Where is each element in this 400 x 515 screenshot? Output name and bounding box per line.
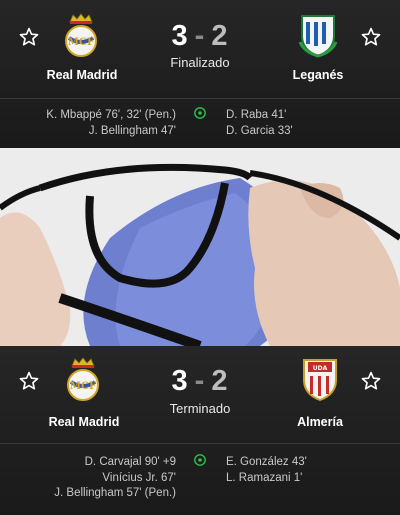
glasses-cleaning-photo bbox=[0, 148, 400, 346]
scorer: L. Ramazani 1' bbox=[226, 471, 303, 484]
football-icon bbox=[194, 454, 206, 466]
away-score: 2 bbox=[211, 365, 229, 397]
home-score: 3 bbox=[171, 365, 189, 397]
scorer: D. Carvajal 90' +9 bbox=[84, 456, 176, 468]
match2-status: Terminado bbox=[169, 401, 231, 416]
divider bbox=[0, 98, 400, 99]
match-card-1[interactable]: MCF 3-2 Finalizado Real Madrid Leganés K… bbox=[0, 0, 400, 148]
away-score: 2 bbox=[211, 20, 229, 52]
home-score: 3 bbox=[171, 20, 189, 52]
match1-home-team[interactable]: Real Madrid bbox=[22, 68, 142, 82]
match-card-2[interactable]: MCF UDA 3-2 Terminado Real Madrid Almerí… bbox=[0, 346, 400, 515]
match2-home-scorers: D. Carvajal 90' +9 Vinícius Jr. 67' J. B… bbox=[54, 455, 176, 502]
match1-home-scorers: K. Mbappé 76', 32' (Pen.) J. Bellingham … bbox=[46, 108, 176, 139]
match1-score: 3-2 bbox=[0, 20, 400, 53]
score-separator: - bbox=[194, 20, 206, 52]
match2-away-scorers: E. González 43' L. Ramazani 1' bbox=[226, 455, 307, 486]
match1-away-scorers: D. Raba 41' D. Garcia 33' bbox=[226, 108, 293, 139]
match2-score: 3-2 bbox=[0, 365, 400, 398]
scorer: E. González 43' bbox=[226, 456, 307, 468]
scorer: D. Raba 41' bbox=[226, 109, 287, 121]
scorer: K. Mbappé 76', 32' (Pen.) bbox=[46, 109, 176, 121]
match2-home-team[interactable]: Real Madrid bbox=[24, 415, 144, 429]
match2-away-team[interactable]: Almería bbox=[260, 415, 380, 429]
scorer: J. Bellingham 47' bbox=[88, 124, 176, 137]
divider bbox=[0, 443, 400, 444]
scorer: D. Garcia 33' bbox=[226, 124, 293, 137]
scorer: Vinícius Jr. 67' bbox=[102, 471, 176, 484]
match1-away-team[interactable]: Leganés bbox=[258, 68, 378, 82]
score-separator: - bbox=[194, 365, 206, 397]
scorer: J. Bellingham 57' (Pen.) bbox=[54, 487, 176, 499]
football-icon bbox=[194, 107, 206, 119]
